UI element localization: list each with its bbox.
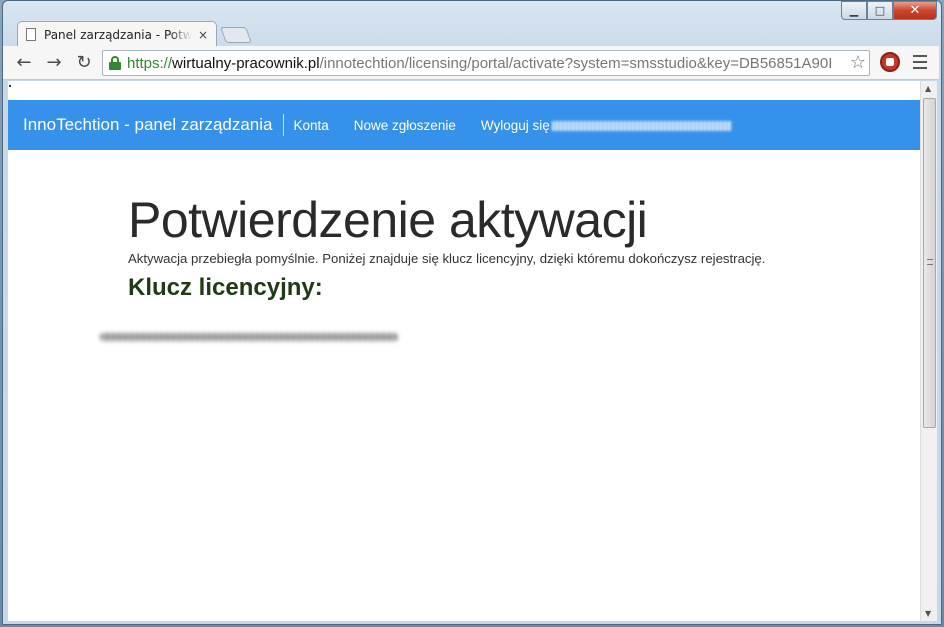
page-viewport: InnoTechtion - panel zarządzania Konta N… [8, 81, 920, 621]
reload-icon[interactable]: ↻ [73, 53, 95, 73]
page-dot [9, 85, 11, 87]
vertical-scrollbar[interactable]: ▲ ▼ [920, 81, 937, 621]
nav-link-konta[interactable]: Konta [294, 118, 329, 133]
main-content: Potwierdzenie aktywacji Aktywacja przebi… [128, 191, 765, 302]
browser-tab-active[interactable]: Panel zarządzania - Potwierdzenie aktywa… [17, 21, 217, 47]
extension-stop-icon[interactable] [880, 52, 900, 72]
navbar-brand[interactable]: InnoTechtion - panel zarządzania [8, 114, 284, 136]
license-key-heading: Klucz licencyjny: [128, 274, 323, 301]
tab-strip: Panel zarządzania - Potwierdzenie aktywa… [13, 19, 413, 47]
menu-hamburger-icon[interactable] [913, 55, 927, 69]
lock-icon [109, 56, 121, 70]
nav-link-wyloguj[interactable]: Wyloguj się [481, 118, 732, 133]
site-navbar: InnoTechtion - panel zarządzania Konta N… [8, 100, 920, 150]
forward-arrow-icon[interactable]: → [43, 53, 65, 73]
page-title: Potwierdzenie aktywacji [128, 192, 648, 248]
maximize-button[interactable]: □ [867, 1, 893, 20]
url-host: wirtualny-pracownik.pl [172, 54, 320, 72]
scroll-down-arrow-icon[interactable]: ▼ [925, 609, 931, 618]
nav-link-nowe-zgloszenie[interactable]: Nowe zgłoszenie [354, 118, 456, 133]
close-window-button[interactable]: ✕ [893, 1, 937, 20]
tab-close-icon[interactable]: × [198, 28, 208, 42]
tab-title: Panel zarządzania - Potwierdzenie aktywa… [44, 27, 192, 42]
page-icon [26, 28, 36, 41]
bookmark-star-icon[interactable]: ☆ [850, 52, 866, 73]
back-arrow-icon[interactable]: ← [13, 53, 35, 73]
minimize-button[interactable]: ▁ [841, 1, 867, 20]
activation-description: Aktywacja przebiegła pomyślnie. Poniżej … [128, 251, 766, 266]
new-tab-button[interactable] [220, 27, 252, 43]
scroll-up-arrow-icon[interactable]: ▲ [925, 84, 931, 93]
logout-label: Wyloguj się [480, 117, 550, 133]
redacted-username [551, 120, 732, 131]
window-caption-buttons: ▁ □ ✕ [841, 1, 937, 21]
scroll-thumb[interactable] [923, 98, 936, 428]
scroll-grip-icon [927, 259, 933, 265]
redacted-license-key [100, 333, 398, 341]
browser-toolbar: ← → ↻ https://wirtualny-pracownik.pl/inn… [3, 46, 939, 80]
url-path: /innotechtion/licensing/portal/activate?… [319, 54, 833, 72]
address-bar[interactable]: https://wirtualny-pracownik.pl/innotecht… [102, 50, 870, 76]
url-scheme: https:// [127, 54, 173, 72]
